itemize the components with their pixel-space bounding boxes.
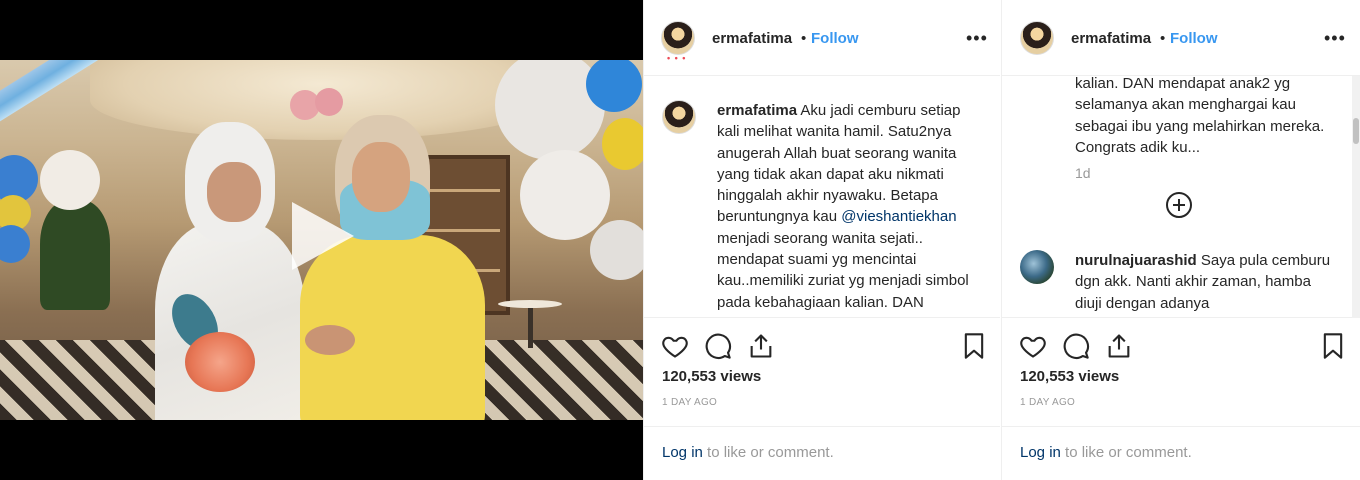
header-username[interactable]: ermafatima <box>712 30 792 47</box>
comment-text: nurulnajuarashid Saya pula cemburu dgn a… <box>1075 250 1337 314</box>
play-icon[interactable] <box>292 202 354 270</box>
more-options-icon[interactable]: ••• <box>1324 28 1346 49</box>
post-timestamp[interactable]: 1 DAY AGO <box>662 397 717 408</box>
avatar[interactable] <box>661 21 695 55</box>
login-link[interactable]: Log in <box>662 444 703 461</box>
login-text: Log in to like or comment. <box>1020 444 1192 461</box>
post-actions: 120,553 views 1 DAY AGO <box>644 318 1000 438</box>
post-panel-b: ermafatima • Follow ••• kalian. DAN mend… <box>1001 0 1360 480</box>
comments-scrollbar[interactable] <box>1352 76 1360 318</box>
caption-text: ermafatima Aku jadi cemburu setiap kali … <box>717 100 979 317</box>
view-count[interactable]: 120,553 views <box>662 368 761 385</box>
login-prompt: Log in to like or comment. <box>644 426 1000 480</box>
view-count[interactable]: 120,553 views <box>1020 368 1119 385</box>
caption-body-continued: menjadi seorang wanita sejati.. mendapat… <box>717 229 969 317</box>
heart-icon[interactable] <box>1019 332 1047 360</box>
caption-username[interactable]: ermafatima <box>717 102 797 119</box>
caption-time[interactable]: 1d <box>1075 165 1091 181</box>
bookmark-icon[interactable] <box>960 332 988 360</box>
comment-icon[interactable] <box>1062 332 1090 360</box>
avatar[interactable] <box>1020 250 1054 284</box>
post-actions: 120,553 views 1 DAY AGO <box>1002 318 1360 438</box>
caption-tail: kalian. DAN mendapat anak2 yg selamanya … <box>1075 76 1325 156</box>
mention-link[interactable]: @vieshantiekhan <box>841 208 956 225</box>
login-link[interactable]: Log in <box>1020 444 1061 461</box>
follow-button[interactable]: Follow <box>811 30 859 47</box>
login-text: Log in to like or comment. <box>662 444 834 461</box>
caption-body: Aku jadi cemburu setiap kali melihat wan… <box>717 102 961 226</box>
scrollbar-thumb[interactable] <box>1353 118 1359 144</box>
comments-area[interactable]: ermafatima Aku jadi cemburu setiap kali … <box>644 76 1000 318</box>
share-icon[interactable] <box>747 332 775 360</box>
more-options-icon[interactable]: ••• <box>966 28 988 49</box>
story-ring-dots: • • • <box>667 53 687 63</box>
avatar[interactable] <box>662 100 696 134</box>
post-video[interactable] <box>0 0 643 480</box>
comments-area[interactable]: kalian. DAN mendapat anak2 yg selamanya … <box>1002 76 1360 318</box>
post-timestamp[interactable]: 1 DAY AGO <box>1020 397 1075 408</box>
bookmark-icon[interactable] <box>1319 332 1347 360</box>
post-header: • • • ermafatima • Follow ••• <box>644 0 1000 76</box>
plus-circle-icon[interactable] <box>1166 192 1192 218</box>
login-prompt: Log in to like or comment. <box>1002 426 1360 480</box>
header-username[interactable]: ermafatima <box>1071 30 1151 47</box>
login-rest: to like or comment. <box>702 444 834 461</box>
heart-icon[interactable] <box>661 332 689 360</box>
header-separator: • <box>1160 30 1166 47</box>
login-rest: to like or comment. <box>1060 444 1192 461</box>
share-icon[interactable] <box>1105 332 1133 360</box>
follow-button[interactable]: Follow <box>1170 30 1218 47</box>
woman-left <box>155 122 305 420</box>
post-header: ermafatima • Follow ••• <box>1002 0 1360 76</box>
comment-icon[interactable] <box>704 332 732 360</box>
header-separator: • <box>801 30 807 47</box>
avatar[interactable] <box>1020 21 1054 55</box>
comment-username[interactable]: nurulnajuarashid <box>1075 252 1197 269</box>
post-panel-a: • • • ermafatima • Follow ••• ermafatima… <box>643 0 1000 480</box>
